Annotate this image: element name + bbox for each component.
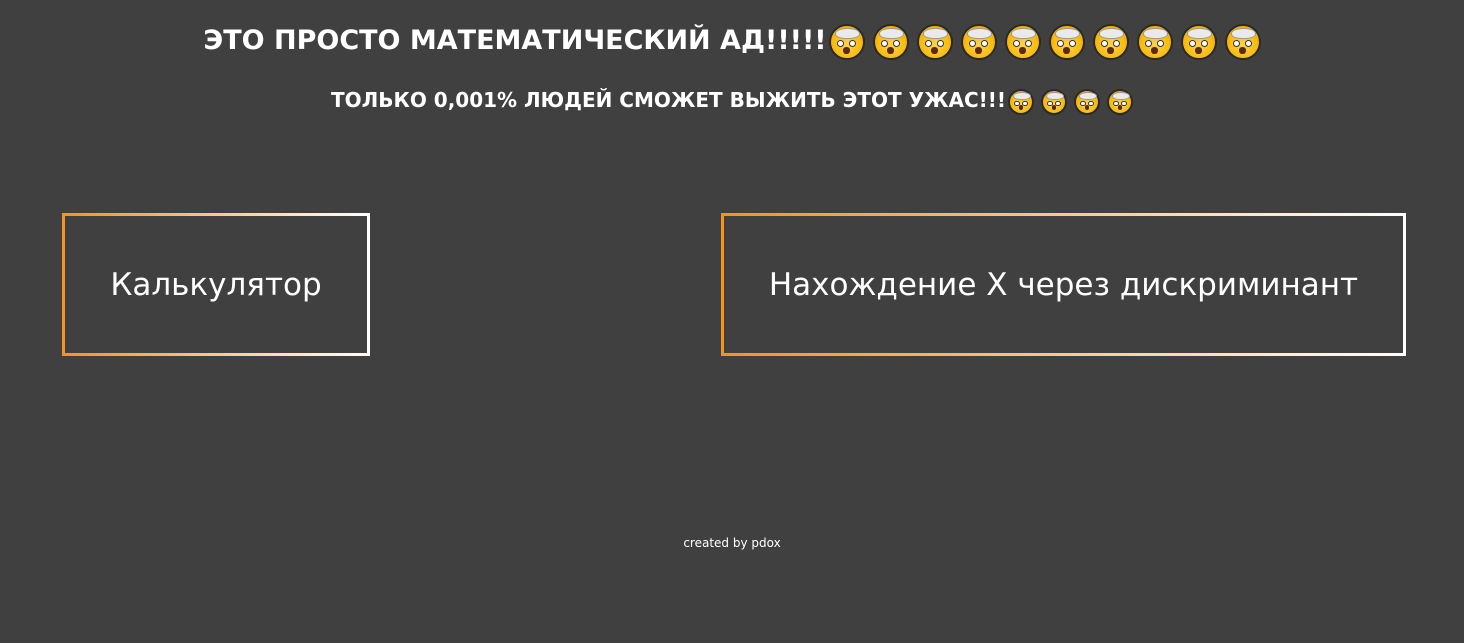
exploding-head-icon <box>960 23 997 60</box>
exploding-head-icon <box>1074 88 1101 115</box>
title-emoji-row <box>828 23 1261 60</box>
discriminant-button-label: Нахождение X через дискриминант <box>768 266 1359 303</box>
page-title-text: ЭТО ПРОСТО МАТЕМАТИЧЕСКИЙ АД!!!!! <box>203 25 827 56</box>
page-title: ЭТО ПРОСТО МАТЕМАТИЧЕСКИЙ АД!!!!! <box>0 20 1464 62</box>
exploding-head-icon <box>1008 88 1035 115</box>
exploding-head-icon <box>1224 23 1261 60</box>
exploding-head-icon <box>1107 88 1134 115</box>
exploding-head-icon <box>1180 23 1217 60</box>
exploding-head-icon <box>1004 23 1041 60</box>
calculator-button-label: Калькулятор <box>110 266 322 303</box>
exploding-head-icon <box>1048 23 1085 60</box>
page: ЭТО ПРОСТО МАТЕМАТИЧЕСКИЙ АД!!!!! ТОЛЬКО… <box>0 0 1464 643</box>
exploding-head-icon <box>1092 23 1129 60</box>
exploding-head-icon <box>1041 88 1068 115</box>
calculator-button[interactable]: Калькулятор <box>62 213 370 356</box>
exploding-head-icon <box>1136 23 1173 60</box>
subtitle-emoji-row <box>1008 88 1134 115</box>
page-subtitle: ТОЛЬКО 0,001% ЛЮДЕЙ СМОЖЕТ ВЫЖИТЬ ЭТОТ У… <box>0 84 1464 116</box>
exploding-head-icon <box>828 23 865 60</box>
discriminant-button[interactable]: Нахождение X через дискриминант <box>721 213 1406 356</box>
exploding-head-icon <box>872 23 909 60</box>
page-subtitle-text: ТОЛЬКО 0,001% ЛЮДЕЙ СМОЖЕТ ВЫЖИТЬ ЭТОТ У… <box>330 88 1007 112</box>
exploding-head-icon <box>916 23 953 60</box>
footer-credit: created by pdox <box>683 536 781 550</box>
